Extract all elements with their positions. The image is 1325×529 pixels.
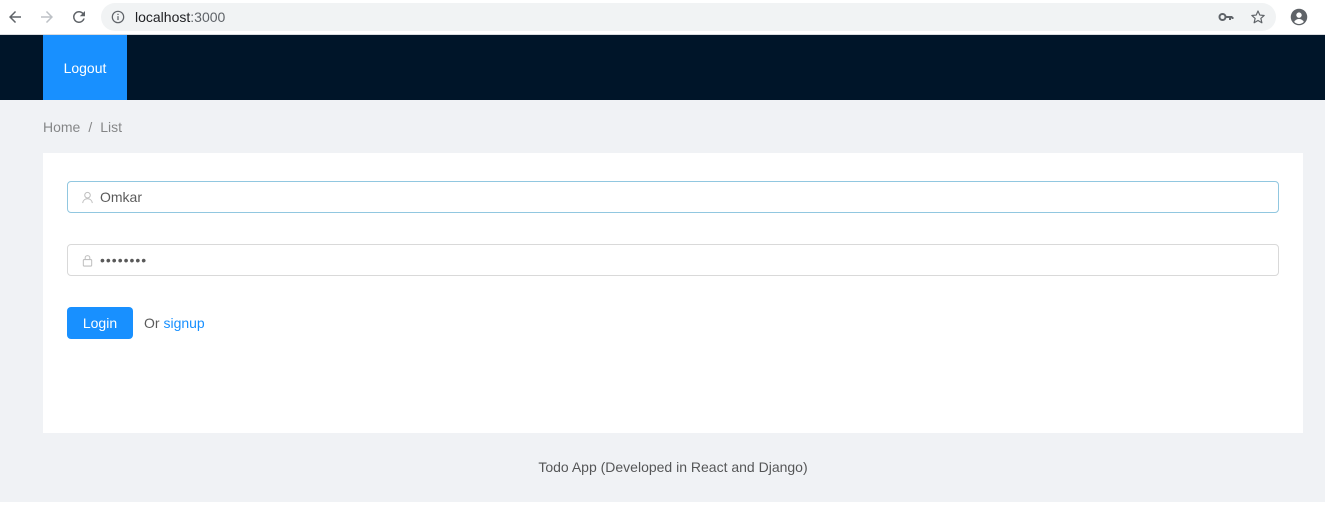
signup-link[interactable]: signup xyxy=(163,315,204,331)
address-url: localhost:3000 xyxy=(135,9,226,25)
footer-text: Todo App (Developed in React and Django) xyxy=(538,459,808,475)
logout-button[interactable]: Logout xyxy=(43,35,127,100)
address-bar[interactable]: localhost:3000 xyxy=(101,3,1276,31)
or-label: Or xyxy=(144,315,160,331)
key-icon[interactable] xyxy=(1218,9,1234,25)
back-arrow-icon[interactable] xyxy=(3,5,27,29)
browser-toolbar: localhost:3000 xyxy=(0,0,1325,35)
breadcrumb-item-list[interactable]: List xyxy=(100,119,122,135)
login-button[interactable]: Login xyxy=(67,307,133,339)
forward-arrow-icon[interactable] xyxy=(35,5,59,29)
username-field[interactable] xyxy=(67,181,1279,213)
signup-prompt: Or signup xyxy=(144,315,205,331)
breadcrumb-item-home[interactable]: Home xyxy=(43,119,80,135)
breadcrumb: Home / List xyxy=(43,119,122,135)
password-field[interactable] xyxy=(67,244,1279,276)
user-icon xyxy=(80,190,94,204)
account-icon[interactable] xyxy=(1290,8,1308,26)
password-input[interactable] xyxy=(100,245,1278,275)
breadcrumb-separator: / xyxy=(88,119,93,135)
username-input[interactable] xyxy=(100,182,1278,212)
reload-icon[interactable] xyxy=(67,5,91,29)
login-card: Login Or signup xyxy=(43,153,1303,433)
info-icon[interactable] xyxy=(111,10,125,24)
app-header: Logout xyxy=(0,35,1325,100)
star-icon[interactable] xyxy=(1250,9,1266,25)
lock-icon xyxy=(80,253,94,267)
